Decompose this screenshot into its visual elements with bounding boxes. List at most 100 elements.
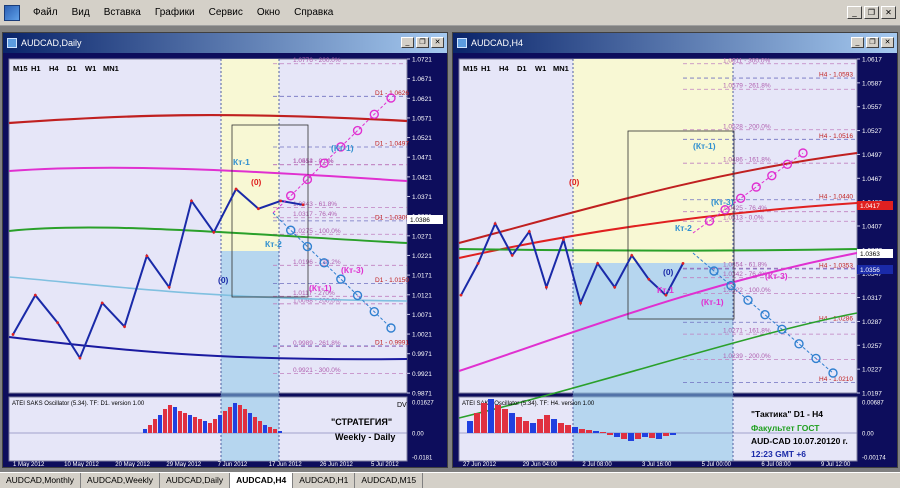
wave-label: (Кт-1): [701, 297, 724, 307]
timeframe-button-m15[interactable]: M15: [463, 64, 478, 73]
zigzag-point: [56, 321, 60, 325]
chart-plot-h4[interactable]: 1.0611 - 300.0% H4 - 1.0593 1.0579 - 261.8…: [453, 53, 897, 467]
fib-level-label: 1.0239 - 200.0%: [723, 353, 771, 360]
oscillator-bar: [481, 403, 487, 433]
oscillator-bar: [163, 409, 167, 433]
timeframe-button-d1[interactable]: D1: [67, 64, 77, 73]
date-tick-label: 2 Jul 08:00: [582, 462, 612, 467]
mdi-area: AUDCAD,Daily _ ❐ ✕ 1.0776 - 200.0% D1 - 1…: [0, 26, 900, 472]
restore-icon[interactable]: ❐: [866, 37, 879, 48]
oscillator-bar: [248, 413, 252, 433]
fib-level-label: D1 - 1.0309: [375, 214, 409, 221]
price-tick-label: 1.0257: [862, 343, 882, 350]
fib-level-label: 1.0776 - 200.0%: [293, 57, 341, 64]
zigzag-point: [190, 199, 193, 203]
date-tick-label: 5 Jul 00:00: [702, 462, 732, 467]
chart-window-titlebar[interactable]: AUDCAD,Daily _ ❐ ✕: [3, 33, 447, 53]
price-tick-label: 1.0071: [412, 312, 432, 319]
timeframe-button-d1[interactable]: D1: [517, 64, 527, 73]
oscillator-bar: [558, 423, 564, 433]
oscillator-bar: [213, 419, 217, 433]
oscillator-tick-label: 0.00: [412, 432, 424, 438]
price-tick-label: 1.0621: [412, 96, 432, 103]
oscillator-bar: [263, 425, 267, 433]
fib-level-label: 1.0196 - 138.2%: [293, 259, 341, 266]
zigzag-point: [544, 285, 548, 289]
price-tick-label: 1.0521: [412, 135, 432, 142]
tab-h4[interactable]: AUDCAD,H4: [230, 473, 294, 488]
oscillator-bar: [509, 413, 515, 433]
timeframe-button-mn1[interactable]: MN1: [103, 64, 119, 73]
timeframe-button-m15[interactable]: M15: [13, 64, 28, 73]
minimize-icon[interactable]: _: [401, 37, 414, 48]
timeframe-button-h1[interactable]: H1: [481, 64, 491, 73]
timeframe-button-h1[interactable]: H1: [31, 64, 41, 73]
current-price-label: 1.0386: [410, 217, 430, 224]
tab-monthly[interactable]: AUDCAD,Monthly: [0, 473, 82, 488]
oscillator-bar: [253, 417, 257, 433]
price-tick-label: 1.0471: [412, 155, 432, 162]
chart-plot-daily[interactable]: 1.0776 - 200.0%D1 - 1.06261.0514 - 0.0%D…: [3, 53, 447, 467]
chart-window-h4[interactable]: AUDCAD,H4 _ ❐ ✕ 1.0611 - 300.0% H4 - 1.05…: [452, 32, 898, 468]
restore-icon[interactable]: ❐: [864, 6, 879, 19]
timeframe-button-mn1[interactable]: MN1: [553, 64, 569, 73]
oscillator-bar: [258, 421, 262, 433]
menu-window[interactable]: Окно: [250, 0, 287, 26]
oscillator-bar: [579, 429, 585, 433]
price-tick-label: 1.0021: [412, 332, 432, 339]
zigzag-point: [630, 254, 634, 257]
close-icon[interactable]: ✕: [431, 37, 444, 48]
timeframe-button-w1[interactable]: W1: [85, 64, 96, 73]
oscillator-bar: [193, 417, 197, 433]
menu-help[interactable]: Справка: [287, 0, 340, 26]
oscillator-bar: [544, 415, 550, 433]
close-icon[interactable]: ✕: [881, 37, 894, 48]
price-tick-label: 1.0121: [412, 292, 432, 299]
price-marker-label: 1.0356: [860, 267, 880, 274]
price-tick-label: 1.0497: [862, 152, 882, 159]
oscillator-bar: [173, 407, 177, 433]
zigzag-point: [78, 356, 82, 360]
chart-window-daily[interactable]: AUDCAD,Daily _ ❐ ✕ 1.0776 - 200.0% D1 - 1…: [2, 32, 448, 468]
price-tick-label: 1.0171: [412, 273, 432, 280]
restore-icon[interactable]: ❐: [416, 37, 429, 48]
menu-file[interactable]: Файл: [26, 0, 65, 26]
price-tick-label: 1.0271: [412, 233, 432, 240]
menu-view[interactable]: Вид: [65, 0, 97, 26]
strategy-subtitle: Weekly - Daily: [335, 432, 395, 442]
menu-charts[interactable]: Графики: [148, 0, 202, 26]
tab-weekly[interactable]: AUDCAD,Weekly: [81, 473, 160, 488]
minimize-icon[interactable]: _: [851, 37, 864, 48]
price-tick-label: 1.0467: [862, 176, 882, 183]
oscillator-bar: [663, 433, 669, 436]
chart-window-titlebar[interactable]: AUDCAD,H4 _ ❐ ✕: [453, 33, 897, 53]
oscillator-bar: [158, 415, 162, 433]
price-tick-label: 1.0407: [862, 224, 882, 231]
wave-label: Кт-1: [657, 285, 674, 295]
menu-tools[interactable]: Сервис: [202, 0, 250, 26]
oscillator-bar: [238, 405, 242, 433]
oscillator-bar: [178, 411, 182, 433]
zigzag-point: [11, 333, 15, 336]
oscillator-bar: [649, 433, 655, 438]
oscillator-bar: [183, 413, 187, 433]
timeframe-button-w1[interactable]: W1: [535, 64, 546, 73]
timeframe-button-h4[interactable]: H4: [499, 64, 509, 73]
timeframe-button-h4[interactable]: H4: [49, 64, 59, 73]
tactic-title: "Тактика" D1 - H4: [751, 409, 823, 419]
tab-daily[interactable]: AUDCAD,Daily: [160, 473, 231, 488]
close-icon[interactable]: ✕: [881, 6, 896, 19]
tab-m15[interactable]: AUDCAD,M15: [355, 473, 424, 488]
oscillator-bar: [188, 415, 192, 433]
oscillator-tag: DV: [397, 402, 407, 409]
zigzag-point: [596, 261, 600, 265]
fib-level-label: 1.0486 - 161.8%: [723, 157, 771, 164]
menu-insert[interactable]: Вставка: [97, 0, 148, 26]
tab-h1[interactable]: AUDCAD,H1: [293, 473, 356, 488]
fib-level-label: 1.0271 - 161.8%: [723, 328, 771, 335]
price-tick-label: 0.9971: [412, 351, 432, 358]
oscillator-bar: [495, 405, 501, 433]
zigzag-point: [681, 261, 685, 265]
wave-label: (0): [218, 275, 229, 285]
minimize-icon[interactable]: _: [847, 6, 862, 19]
